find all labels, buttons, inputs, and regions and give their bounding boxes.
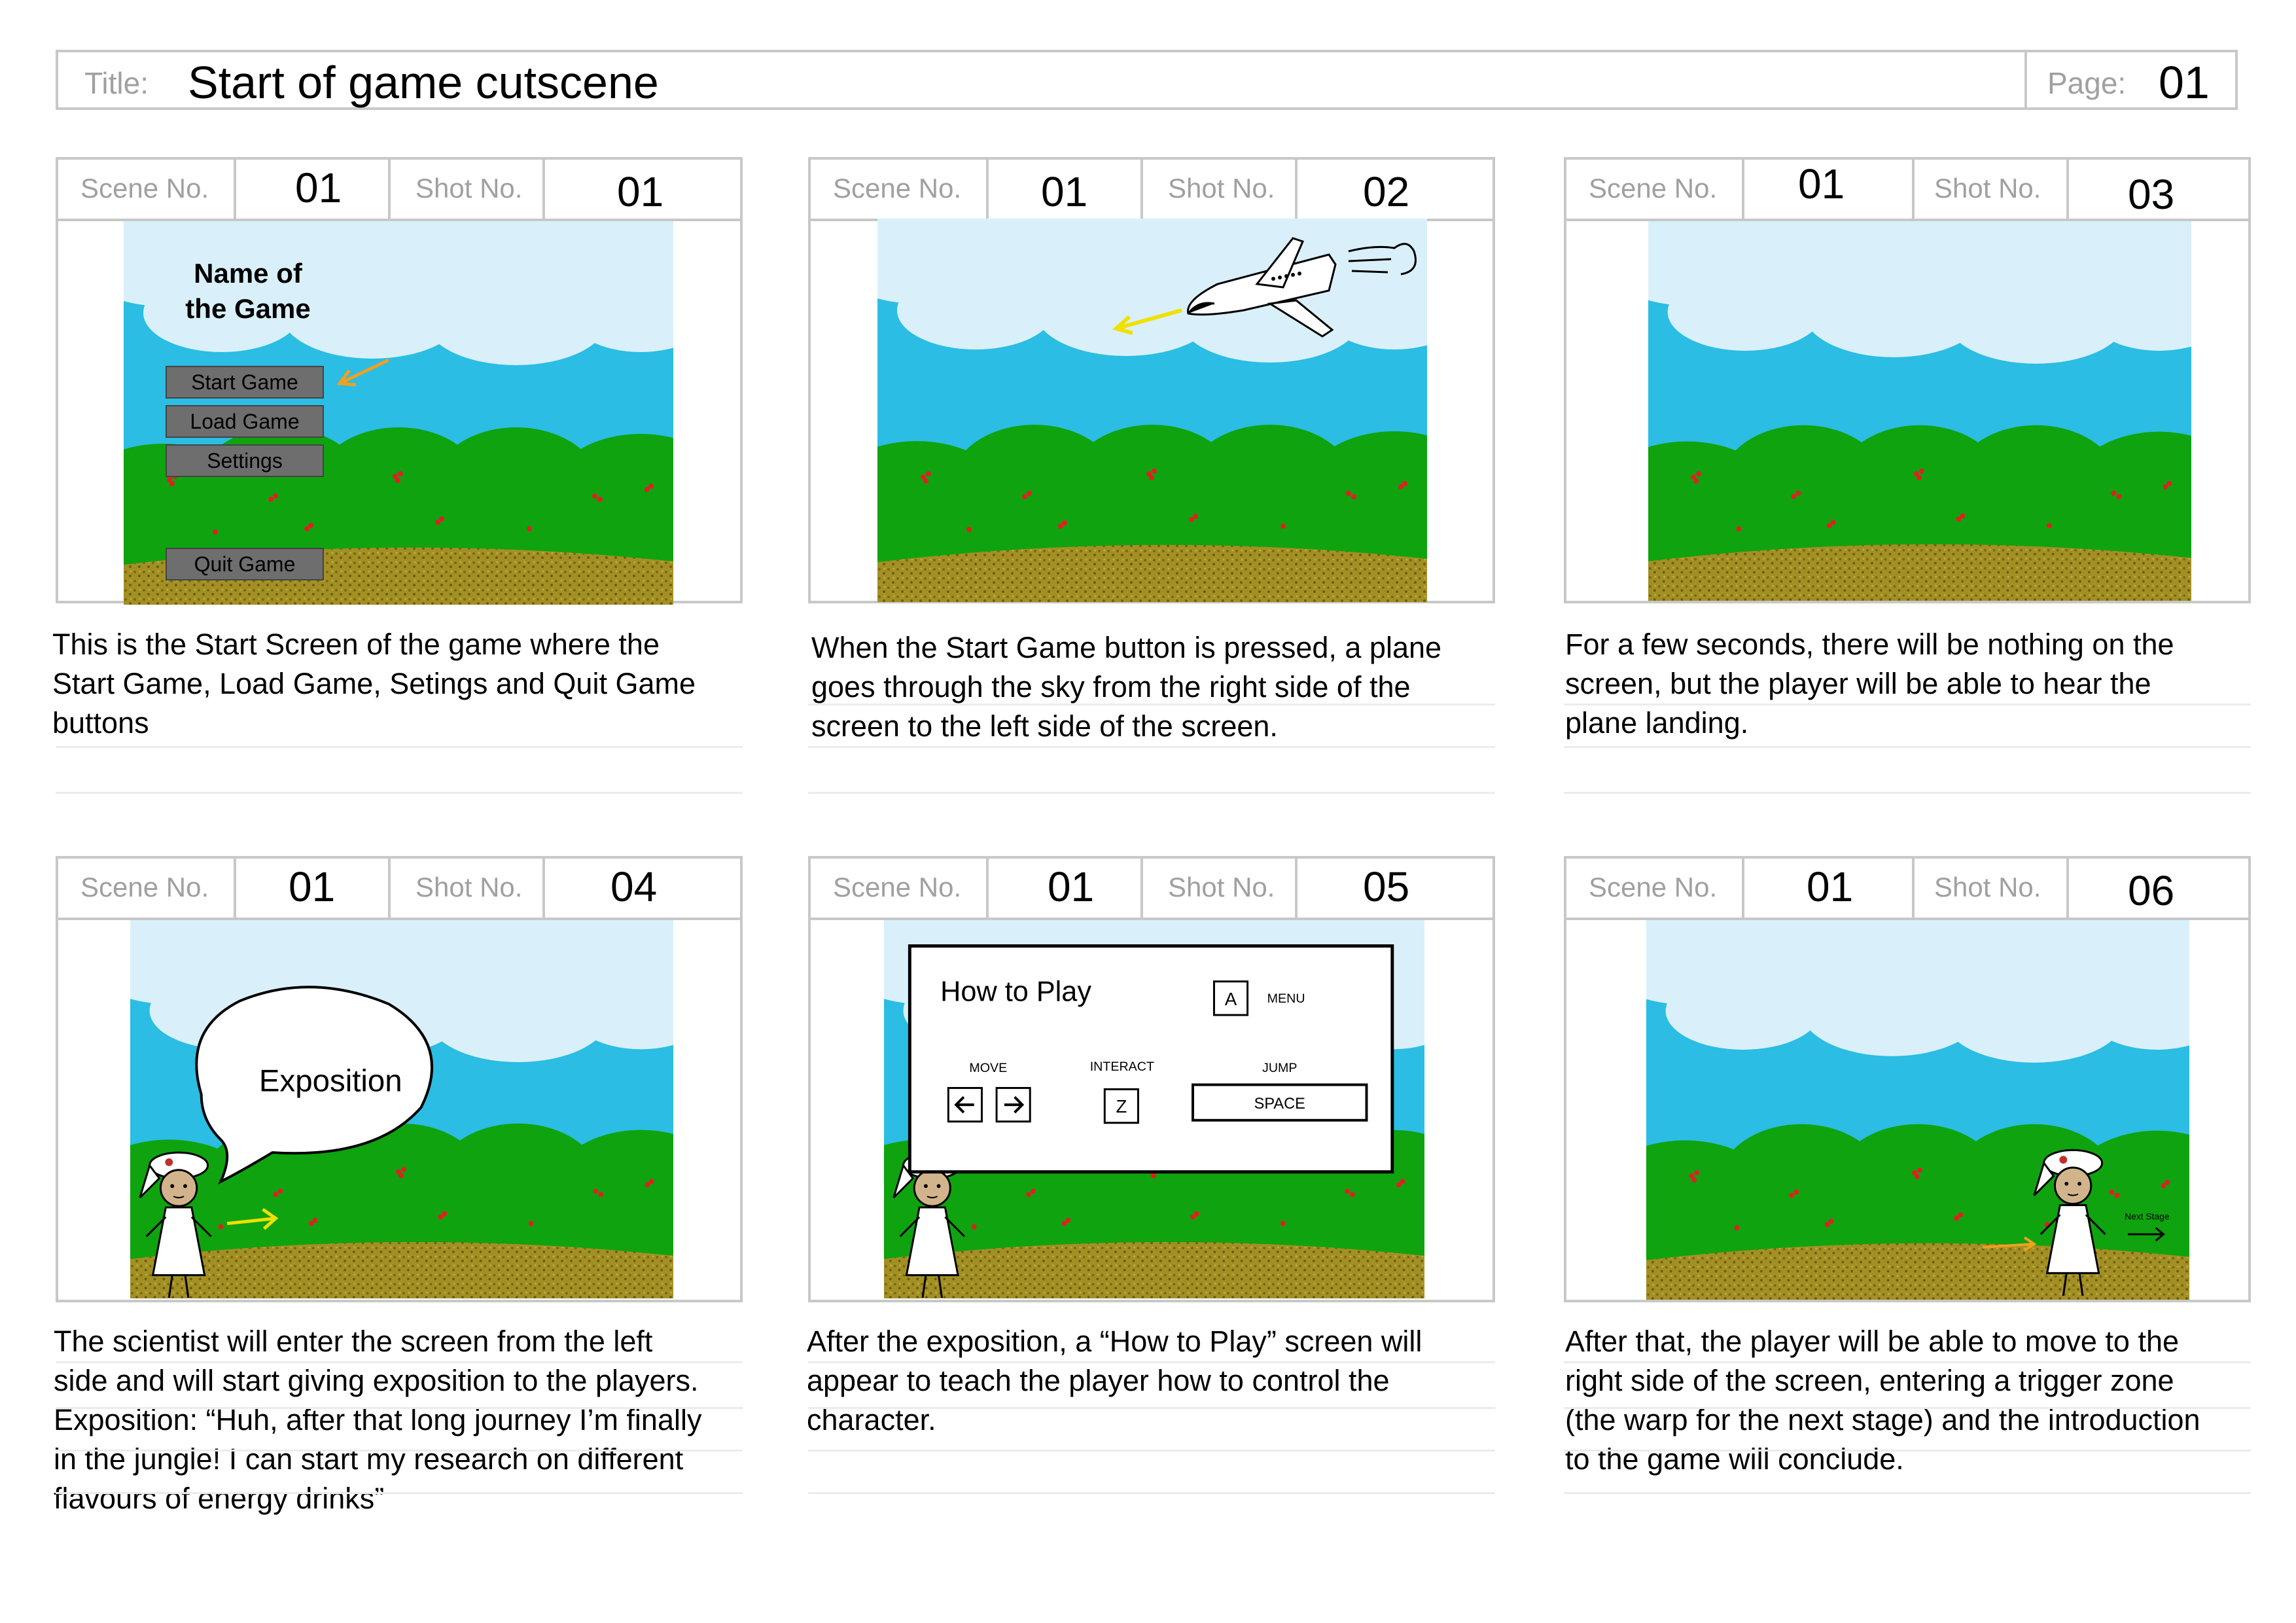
bubble-text: Exposition [259,1063,402,1098]
panel-2-caption: When the Start Game button is pressed, a… [811,631,1442,743]
load-game-label: Load Game [190,410,299,433]
panel-header: Scene No. 01 Shot No. 02 [811,160,1492,221]
storyboard-header: Title: Start of game cutscene Page: 01 [56,50,2238,110]
panel-5-caption: After the exposition, a “How to Play” sc… [807,1325,1422,1436]
shot-label: Shot No. [1934,173,2041,204]
svg-text:Z: Z [1116,1096,1127,1116]
start-game-label: Start Game [191,370,298,394]
caption-rule [808,704,1495,705]
caption-rule [1564,1361,2251,1363]
scene-start-screen: Name of the Game Start Game Load Game Se… [124,221,673,605]
settings-button[interactable]: Settings [166,444,324,477]
svg-text:A: A [1225,989,1237,1009]
storyboard-panel-4: Scene No. 01 Shot No. 04 Exposition [56,856,743,1302]
panel-header: Scene No. 01 Shot No. 01 [58,160,740,221]
next-stage-label: Next Stage [2125,1211,2170,1221]
game-name-line1: Name of [194,258,303,289]
page-title: Start of game cutscene [188,57,659,108]
panel-header: Scene No. 01 Shot No. 06 [1566,859,2248,920]
scene-label: Scene No. [833,872,962,902]
jump-label: JUMP [1262,1061,1298,1075]
scene-how-to-play: How to Play A MENU MOVE INTERACT Z JUMP … [884,920,1424,1298]
caption-rule [56,792,743,794]
scene-label: Scene No. [80,173,209,204]
scene-label: Scene No. [833,173,962,204]
settings-label: Settings [207,449,283,473]
interact-label: INTERACT [1090,1060,1154,1074]
menu-label: MENU [1267,991,1305,1006]
shot-label: Shot No. [1168,173,1275,204]
caption-rule [1564,746,2251,748]
caption-rule [1564,1450,2251,1452]
how-to-play-dialog: How to Play A MENU MOVE INTERACT Z JUMP … [908,944,1394,1174]
shot-label: Shot No. [415,173,523,204]
caption-rule [56,746,743,748]
storyboard-panel-3: Scene No. 01 Shot No. 03 [1564,157,2251,603]
shot-label: Shot No. [1934,872,2041,902]
shot-number: 03 [2128,171,2175,218]
shot-label: Shot No. [415,872,523,902]
storyboard-panel-6: Scene No. 01 Shot No. 06 Next Stage [1564,856,2251,1302]
caption-rule [56,1361,743,1363]
load-game-button[interactable]: Load Game [166,405,324,438]
quit-game-label: Quit Game [194,552,296,576]
caption-rule [808,1450,1495,1452]
scene-exposition: Exposition [130,920,673,1298]
caption-rule [56,1407,743,1409]
panel-6-caption: After that, the player will be able to m… [1565,1325,2200,1476]
panel-header: Scene No. 01 Shot No. 05 [811,859,1492,920]
scene-label: Scene No. [1589,872,1718,902]
panel-1-caption: This is the Start Screen of the game whe… [52,628,696,740]
scene-number: 01 [295,164,342,211]
panel-header: Scene No. 01 Shot No. 03 [1566,160,2248,221]
shot-number: 02 [1363,168,1410,215]
shot-label: Shot No. [1168,872,1275,902]
scene-label: Scene No. [1589,173,1718,204]
title-label: Title: [84,66,149,100]
caption-rule [1564,704,2251,705]
shot-number: 01 [617,168,664,215]
scene-number: 01 [1041,168,1088,215]
caption-rule [56,1450,743,1452]
move-label: MOVE [969,1061,1007,1075]
scene-empty-landing [1648,221,2191,601]
header-divider [2024,52,2027,107]
scene-number: 01 [1048,863,1095,910]
caption-rule [808,746,1495,748]
page-number: 01 [2159,57,2210,108]
svg-text:SPACE: SPACE [1254,1096,1305,1113]
scene-number: 01 [1807,863,1854,910]
scene-number: 01 [1798,160,1845,207]
page-label: Page: [2047,66,2127,100]
storyboard-panel-2: Scene No. 01 Shot No. 02 [808,157,1495,603]
how-to-play-title: How to Play [940,976,1091,1007]
scene-trigger-zone: Next Stage [1646,920,2189,1300]
scene-number: 01 [289,863,336,910]
caption-rule [56,1492,743,1494]
storyboard-panel-1: Scene No. 01 Shot No. 01 Name of the Gam… [56,157,743,605]
panel-4-caption: The scientist will enter the screen from… [54,1325,702,1515]
panel-3-caption: For a few seconds, there will be nothing… [1565,628,2174,740]
quit-game-button[interactable]: Quit Game [166,548,324,580]
caption-rule [1564,1492,2251,1494]
caption-rule [808,792,1495,794]
start-game-button[interactable]: Start Game [166,366,324,399]
storyboard-panel-5: Scene No. 01 Shot No. 05 How to Play A M… [808,856,1495,1302]
panel-header: Scene No. 01 Shot No. 04 [58,859,740,920]
caption-rule [808,1407,1495,1409]
caption-rule [1564,792,2251,794]
shot-number: 06 [2128,867,2175,914]
game-name-line2: the Game [185,293,310,324]
caption-rule [808,1492,1495,1494]
scene-plane-flyover [877,219,1427,602]
caption-rule [1564,1407,2251,1409]
shot-number: 04 [610,863,658,910]
shot-number: 05 [1363,863,1410,910]
scene-label: Scene No. [80,872,209,902]
caption-rule [808,1361,1495,1363]
